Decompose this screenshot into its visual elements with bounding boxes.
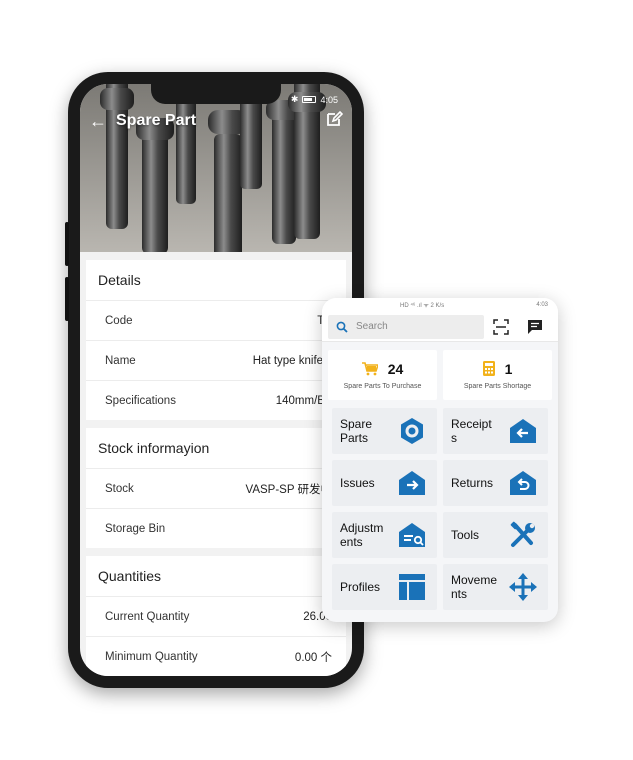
section-title: Quantities [98,568,162,584]
cart-icon [361,361,378,375]
detail-row-storage-bin: Storage Bin [86,508,346,548]
stat-caption: Spare Parts To Purchase [343,382,422,390]
tile-adjustments[interactable]: Adjustments [332,512,437,558]
stat-caption: Spare Parts Shortage [463,382,532,390]
edit-icon[interactable] [316,110,352,133]
search-placeholder: Search [356,321,388,332]
detail-row-specifications: Specifications 140mm/BT [86,380,346,420]
row-label: Stock [105,482,134,495]
stat-value: 24 [387,360,404,377]
nut-icon [397,416,427,446]
tile-movements[interactable]: Movements [443,564,548,610]
tile-label: Receipts [451,417,492,445]
section-title: Details [98,272,141,288]
status-signal: HD ⁴⁶ .ıl ᯤ 2 K/s [400,303,445,309]
search-bar: Search [322,312,558,342]
phone-screen: ✱ 4:05 ← Spare Part Details Code TE [80,84,352,676]
tile-tools[interactable]: Tools [443,512,548,558]
warehouse-in-icon [508,416,538,446]
row-value: 0.00 个 [294,651,332,664]
tile-label: Tools [451,528,480,542]
detail-row-stock: Stock VASP-SP 研发中 [86,468,346,508]
row-label: Storage Bin [105,522,166,535]
search-input[interactable]: Search [328,314,484,339]
detail-row-name: Name Hat type knife c [86,340,346,380]
tile-spare-parts[interactable]: Spare Parts [332,408,437,454]
phone-side-button [65,222,69,266]
detail-content: Details Code TE Name Hat type knife c Sp… [80,252,352,676]
quantities-section: Quantities Current Quantity 26.00 Minimu… [86,556,346,676]
app-bar: ← Spare Part [80,106,352,136]
details-section: Details Code TE Name Hat type knife c Sp… [86,260,346,420]
dashboard-status-bar: HD ⁴⁶ .ıl ᯤ 2 K/s 4:03 [322,298,558,312]
tile-label: Profiles [340,580,381,594]
scan-icon[interactable] [484,318,518,335]
stats-row: 24 Spare Parts To Purchase 1 Spare Parts… [322,342,558,400]
warehouse-out-icon [397,468,427,498]
menu-grid: Spare Parts Receipts Issues Returns Adju… [322,400,558,610]
tile-receipts[interactable]: Receipts [443,408,548,454]
search-icon [336,321,348,333]
section-title: Stock informayion [98,440,210,456]
tile-label: Movements [451,573,498,601]
row-label: Minimum Quantity [105,650,198,663]
tile-label: Issues [340,476,375,490]
detail-row-minimum-quantity: Minimum Quantity 0.00 个 [86,636,346,676]
tile-label: Adjustments [340,521,384,549]
bluetooth-icon: ✱ [290,94,299,104]
warehouse-return-icon [508,468,538,498]
battery-icon [302,96,317,103]
row-label: Name [105,354,136,367]
tile-label: Spare Parts [340,417,373,445]
main-phone: ✱ 4:05 ← Spare Part Details Code TE [65,72,364,688]
tile-returns[interactable]: Returns [443,460,548,506]
message-icon[interactable] [518,319,552,335]
row-label: Specifications [105,394,176,407]
status-time: 4:05 [320,94,338,105]
layout-icon [397,572,427,602]
tile-label: Returns [451,476,494,490]
stat-purchase[interactable]: 24 Spare Parts To Purchase [328,350,437,400]
dashboard-card: HD ⁴⁶ .ıl ᯤ 2 K/s 4:03 Search 24 Spare P… [322,298,558,622]
stat-value: 1 [504,360,513,377]
warehouse-search-icon [397,520,427,550]
page-title: Spare Part [116,112,197,129]
row-label: Current Quantity [105,610,190,623]
back-arrow-icon[interactable]: ← [80,111,116,132]
detail-row-current-quantity: Current Quantity 26.00 [86,596,346,636]
row-value: Hat type knife c [252,354,332,367]
row-value: VASP-SP 研发中 [245,483,333,496]
status-time: 4:03 [536,302,548,308]
tile-profiles[interactable]: Profiles [332,564,437,610]
stat-shortage[interactable]: 1 Spare Parts Shortage [443,350,552,400]
phone-side-button [65,277,69,321]
calculator-icon [482,361,495,376]
detail-row-code: Code TE [86,300,346,340]
tools-icon [508,520,538,550]
phone-notch [151,84,281,104]
row-label: Code [105,314,133,327]
tile-issues[interactable]: Issues [332,460,437,506]
stock-section: Stock informayion Stock VASP-SP 研发中 Stor… [86,428,346,548]
status-bar: ✱ 4:05 [291,94,338,105]
move-icon [508,572,538,602]
